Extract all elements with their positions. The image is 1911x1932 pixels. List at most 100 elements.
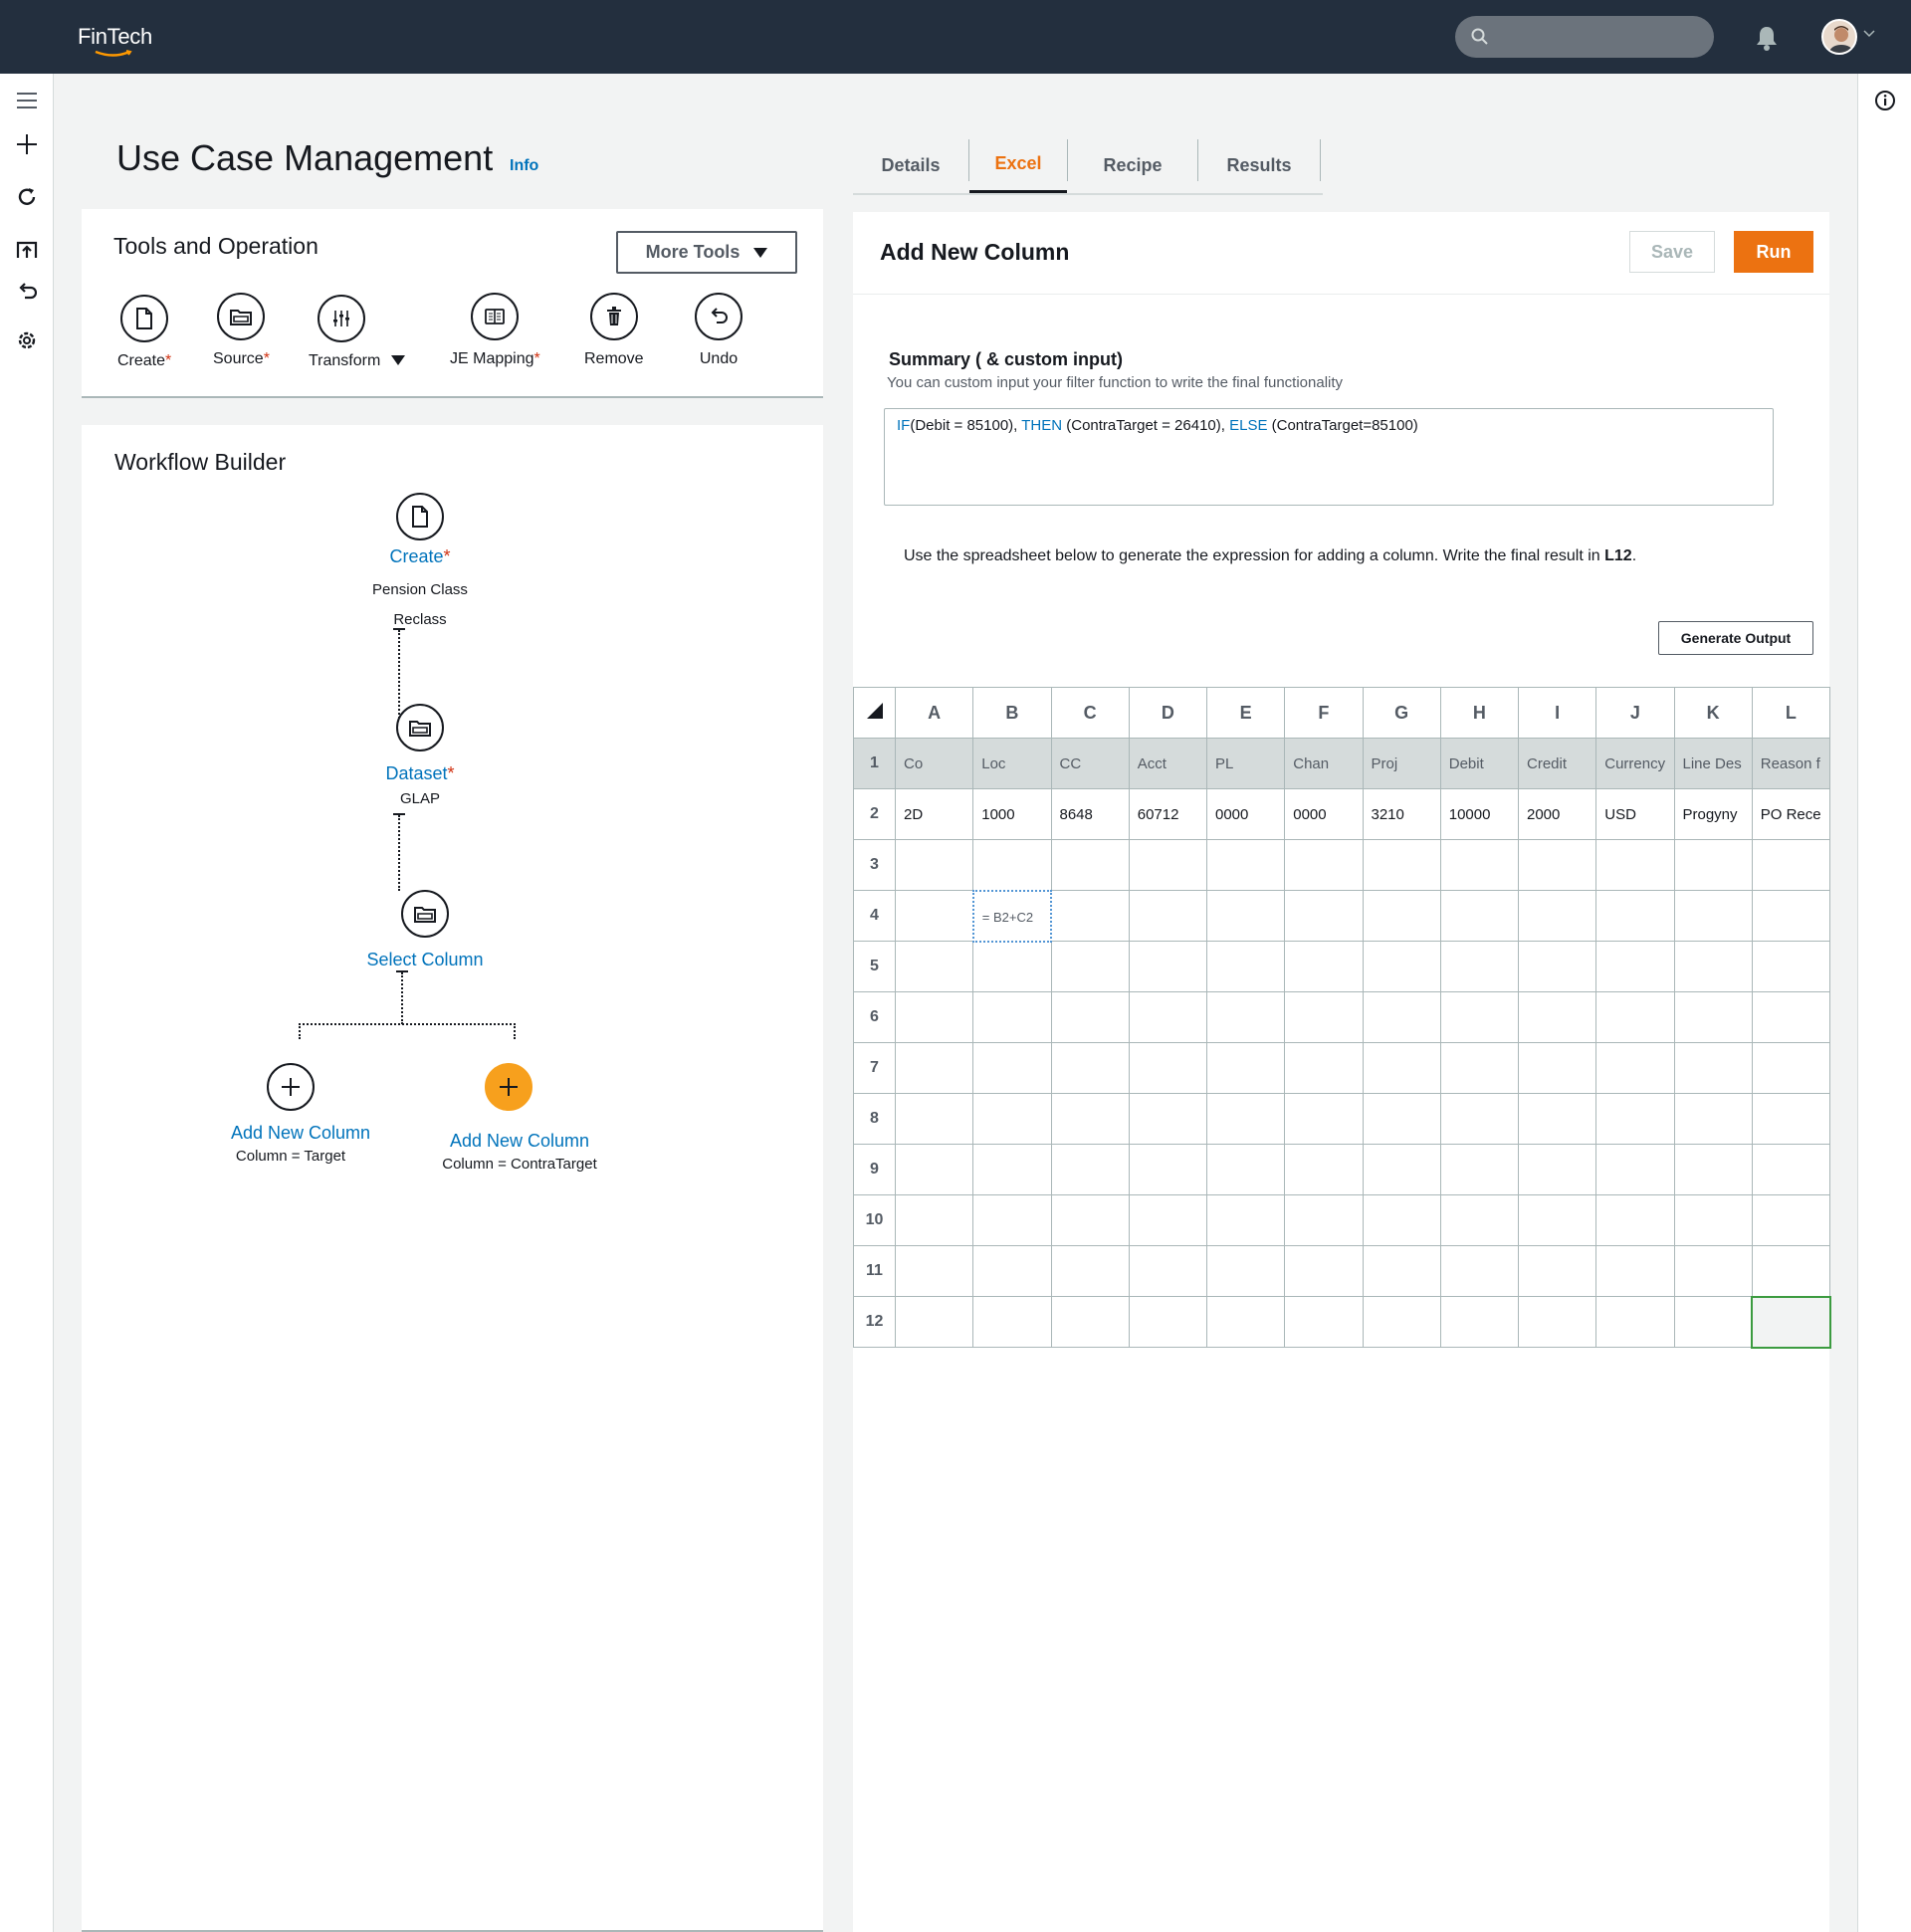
cell-f5[interactable] bbox=[1284, 941, 1364, 992]
workflow-node-add-column-target[interactable]: Add New Column Column = Target bbox=[211, 1063, 390, 1168]
cell-f6[interactable] bbox=[1284, 991, 1364, 1043]
row-header[interactable]: 1 bbox=[853, 738, 896, 789]
cell-l11[interactable] bbox=[1751, 1245, 1831, 1297]
cell-e3[interactable] bbox=[1205, 839, 1286, 891]
cell-f11[interactable] bbox=[1284, 1245, 1364, 1297]
spreadsheet[interactable]: ABCDEFGHIJKL 1 Co Loc CC Acct PL Chan Proj Debit… bbox=[853, 687, 1831, 1349]
cell-k5[interactable] bbox=[1673, 941, 1753, 992]
chevron-down-icon[interactable] bbox=[1863, 30, 1875, 38]
row-header[interactable]: 5 bbox=[853, 941, 896, 992]
cell-c2[interactable]: 8648 bbox=[1050, 788, 1130, 840]
cell-b12[interactable] bbox=[972, 1296, 1052, 1348]
cell-h12[interactable] bbox=[1439, 1296, 1520, 1348]
cell-k8[interactable] bbox=[1673, 1093, 1753, 1145]
cell-g6[interactable] bbox=[1362, 991, 1441, 1043]
cell-g2[interactable]: 3210 bbox=[1362, 788, 1441, 840]
cell-a2[interactable]: 2D bbox=[894, 788, 974, 840]
cell-c4[interactable] bbox=[1050, 890, 1130, 942]
import-icon[interactable] bbox=[14, 237, 40, 263]
cell-a8[interactable] bbox=[894, 1093, 974, 1145]
tab-details[interactable]: Details bbox=[853, 137, 968, 193]
node-add-column-target-link[interactable]: Add New Column bbox=[231, 1123, 370, 1144]
cell-k9[interactable] bbox=[1673, 1144, 1753, 1195]
cell-j10[interactable] bbox=[1595, 1194, 1675, 1246]
cell-a9[interactable] bbox=[894, 1144, 974, 1195]
row-header[interactable]: 9 bbox=[853, 1144, 896, 1195]
cell-e1[interactable]: PL bbox=[1205, 738, 1286, 789]
cell-h1[interactable]: Debit bbox=[1439, 738, 1520, 789]
cell-k11[interactable] bbox=[1673, 1245, 1753, 1297]
cell-h3[interactable] bbox=[1439, 839, 1520, 891]
cell-f2[interactable]: 0000 bbox=[1284, 788, 1364, 840]
cell-i9[interactable] bbox=[1517, 1144, 1597, 1195]
cell-i1[interactable]: Credit bbox=[1517, 738, 1597, 789]
cell-j1[interactable]: Currency bbox=[1595, 738, 1675, 789]
cell-g4[interactable] bbox=[1362, 890, 1441, 942]
cell-j6[interactable] bbox=[1595, 991, 1675, 1043]
app-logo[interactable]: FinTech bbox=[78, 24, 152, 50]
cell-h5[interactable] bbox=[1439, 941, 1520, 992]
cell-f9[interactable] bbox=[1284, 1144, 1364, 1195]
cell-c12[interactable] bbox=[1050, 1296, 1130, 1348]
workflow-node-select-column[interactable]: Select Column bbox=[330, 890, 520, 970]
formula-input[interactable]: IF(Debit = 85100), THEN (ContraTarget = … bbox=[884, 408, 1774, 506]
cell-l8[interactable] bbox=[1751, 1093, 1831, 1145]
cell-e5[interactable] bbox=[1205, 941, 1286, 992]
cell-i11[interactable] bbox=[1517, 1245, 1597, 1297]
generate-output-button[interactable]: Generate Output bbox=[1658, 621, 1813, 655]
cell-h7[interactable] bbox=[1439, 1042, 1520, 1094]
cell-i4[interactable] bbox=[1517, 890, 1597, 942]
cell-l10[interactable] bbox=[1751, 1194, 1831, 1246]
cell-d12[interactable] bbox=[1128, 1296, 1208, 1348]
cell-b5[interactable] bbox=[972, 941, 1052, 992]
cell-j12[interactable] bbox=[1595, 1296, 1675, 1348]
cell-g12[interactable] bbox=[1362, 1296, 1441, 1348]
info-icon[interactable] bbox=[1874, 90, 1896, 111]
cell-d1[interactable]: Acct bbox=[1128, 738, 1208, 789]
cell-h11[interactable] bbox=[1439, 1245, 1520, 1297]
cell-j9[interactable] bbox=[1595, 1144, 1675, 1195]
cell-j5[interactable] bbox=[1595, 941, 1675, 992]
column-header-b[interactable]: B bbox=[972, 687, 1052, 739]
cell-b9[interactable] bbox=[972, 1144, 1052, 1195]
cell-j7[interactable] bbox=[1595, 1042, 1675, 1094]
cell-f8[interactable] bbox=[1284, 1093, 1364, 1145]
cell-k4[interactable] bbox=[1673, 890, 1753, 942]
cell-a10[interactable] bbox=[894, 1194, 974, 1246]
cell-l3[interactable] bbox=[1751, 839, 1831, 891]
cell-g7[interactable] bbox=[1362, 1042, 1441, 1094]
cell-g11[interactable] bbox=[1362, 1245, 1441, 1297]
cell-h4[interactable] bbox=[1439, 890, 1520, 942]
cell-l6[interactable] bbox=[1751, 991, 1831, 1043]
notification-bell-icon[interactable] bbox=[1754, 24, 1780, 52]
more-tools-button[interactable]: More Tools bbox=[616, 231, 797, 274]
cell-e6[interactable] bbox=[1205, 991, 1286, 1043]
tool-source[interactable]: Source* bbox=[213, 293, 270, 368]
cell-k3[interactable] bbox=[1673, 839, 1753, 891]
tab-excel[interactable]: Excel bbox=[969, 137, 1067, 193]
cell-e2[interactable]: 0000 bbox=[1205, 788, 1286, 840]
cell-i5[interactable] bbox=[1517, 941, 1597, 992]
row-header[interactable]: 11 bbox=[853, 1245, 896, 1297]
cell-d6[interactable] bbox=[1128, 991, 1208, 1043]
cell-k7[interactable] bbox=[1673, 1042, 1753, 1094]
cell-l12[interactable] bbox=[1751, 1295, 1831, 1349]
cell-i6[interactable] bbox=[1517, 991, 1597, 1043]
cell-c9[interactable] bbox=[1050, 1144, 1130, 1195]
cell-h8[interactable] bbox=[1439, 1093, 1520, 1145]
cell-b2[interactable]: 1000 bbox=[972, 788, 1052, 840]
cell-i3[interactable] bbox=[1517, 839, 1597, 891]
row-header[interactable]: 10 bbox=[853, 1194, 896, 1246]
cell-c1[interactable]: CC bbox=[1050, 738, 1130, 789]
cell-k12[interactable] bbox=[1673, 1296, 1753, 1348]
cell-a7[interactable] bbox=[894, 1042, 974, 1094]
cell-j11[interactable] bbox=[1595, 1245, 1675, 1297]
node-select-column-link[interactable]: Select Column bbox=[366, 950, 483, 970]
cell-g1[interactable]: Proj bbox=[1362, 738, 1441, 789]
cell-c8[interactable] bbox=[1050, 1093, 1130, 1145]
cell-f7[interactable] bbox=[1284, 1042, 1364, 1094]
cell-d10[interactable] bbox=[1128, 1194, 1208, 1246]
column-header-f[interactable]: F bbox=[1284, 687, 1364, 739]
cell-h9[interactable] bbox=[1439, 1144, 1520, 1195]
run-button[interactable]: Run bbox=[1734, 231, 1813, 273]
